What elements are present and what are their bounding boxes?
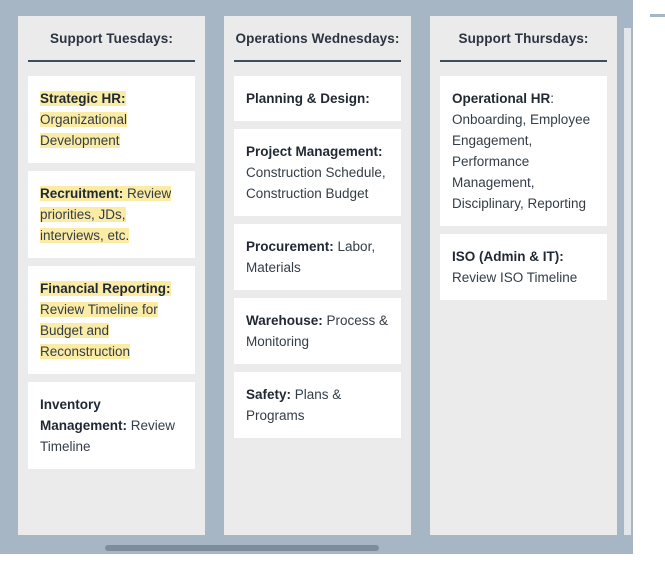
text-highlight: Recruitment: xyxy=(40,186,124,201)
column-card-list: Operational HR: Onboarding, Employee Eng… xyxy=(440,76,607,300)
horizontal-scrollbar-thumb[interactable] xyxy=(105,545,379,551)
board-card[interactable]: ISO (Admin & IT): Review ISO Timeline xyxy=(440,234,607,300)
board-columns: Support Tuesdays: Strategic HR: Organiza… xyxy=(18,16,617,535)
column-card-list: Strategic HR: Organizational Development… xyxy=(28,76,195,469)
board-card[interactable]: Procurement: Labor, Materials xyxy=(234,224,401,290)
column-title: Support Thursdays: xyxy=(458,30,589,46)
text-highlight: Strategic HR: xyxy=(40,91,126,106)
board-column-support-thursdays: Support Thursdays: Operational HR: Onboa… xyxy=(430,16,617,535)
corner-mark xyxy=(650,14,665,17)
vertical-scrollbar[interactable] xyxy=(624,28,631,535)
column-header: Operations Wednesdays: xyxy=(234,16,401,62)
board-card-text: Project Management: Construction Schedul… xyxy=(246,144,386,201)
board-card[interactable]: Strategic HR: Organizational Development xyxy=(28,76,195,163)
board-card[interactable]: Financial Reporting: Review Timeline for… xyxy=(28,266,195,374)
board-card-text: Financial Reporting: Review Timeline for… xyxy=(40,278,183,362)
board-card[interactable]: Planning & Design: xyxy=(234,76,401,121)
board-card-text: Recruitment: Review priorities, JDs, int… xyxy=(40,183,183,246)
board-frame: Support Tuesdays: Strategic HR: Organiza… xyxy=(0,0,633,554)
board-card-text: Warehouse: Process & Monitoring xyxy=(246,313,389,349)
column-title: Support Tuesdays: xyxy=(50,30,173,46)
board-card-text: Operational HR: Onboarding, Employee Eng… xyxy=(452,91,591,211)
text-highlight: Organizational Development xyxy=(40,112,128,148)
column-card-list: Planning & Design: Project Management: Co… xyxy=(234,76,401,438)
text-highlight: Review Timeline for Budget and Reconstru… xyxy=(40,302,158,359)
board-card[interactable]: Safety: Plans & Programs xyxy=(234,372,401,438)
board-card-text: Planning & Design: xyxy=(246,91,370,106)
text-highlight: Financial Reporting: xyxy=(40,281,171,296)
column-title: Operations Wednesdays: xyxy=(235,30,400,46)
board-card-text: Procurement: Labor, Materials xyxy=(246,239,376,275)
board-card-text: Strategic HR: Organizational Development xyxy=(40,88,183,151)
board-card-text: Inventory Management: Review Timeline xyxy=(40,397,176,454)
board-card[interactable]: Operational HR: Onboarding, Employee Eng… xyxy=(440,76,607,226)
board-card-text: Safety: Plans & Programs xyxy=(246,387,342,423)
board-column-operations-wednesdays: Operations Wednesdays: Planning & Design… xyxy=(224,16,411,535)
board-card[interactable]: Project Management: Construction Schedul… xyxy=(234,129,401,216)
column-header: Support Thursdays: xyxy=(440,16,607,62)
board-column-support-tuesdays: Support Tuesdays: Strategic HR: Organiza… xyxy=(18,16,205,535)
board-card[interactable]: Recruitment: Review priorities, JDs, int… xyxy=(28,171,195,258)
board-card-text: ISO (Admin & IT): Review ISO Timeline xyxy=(452,249,578,285)
column-header: Support Tuesdays: xyxy=(28,16,195,62)
board-card[interactable]: Inventory Management: Review Timeline xyxy=(28,382,195,469)
board-card[interactable]: Warehouse: Process & Monitoring xyxy=(234,298,401,364)
